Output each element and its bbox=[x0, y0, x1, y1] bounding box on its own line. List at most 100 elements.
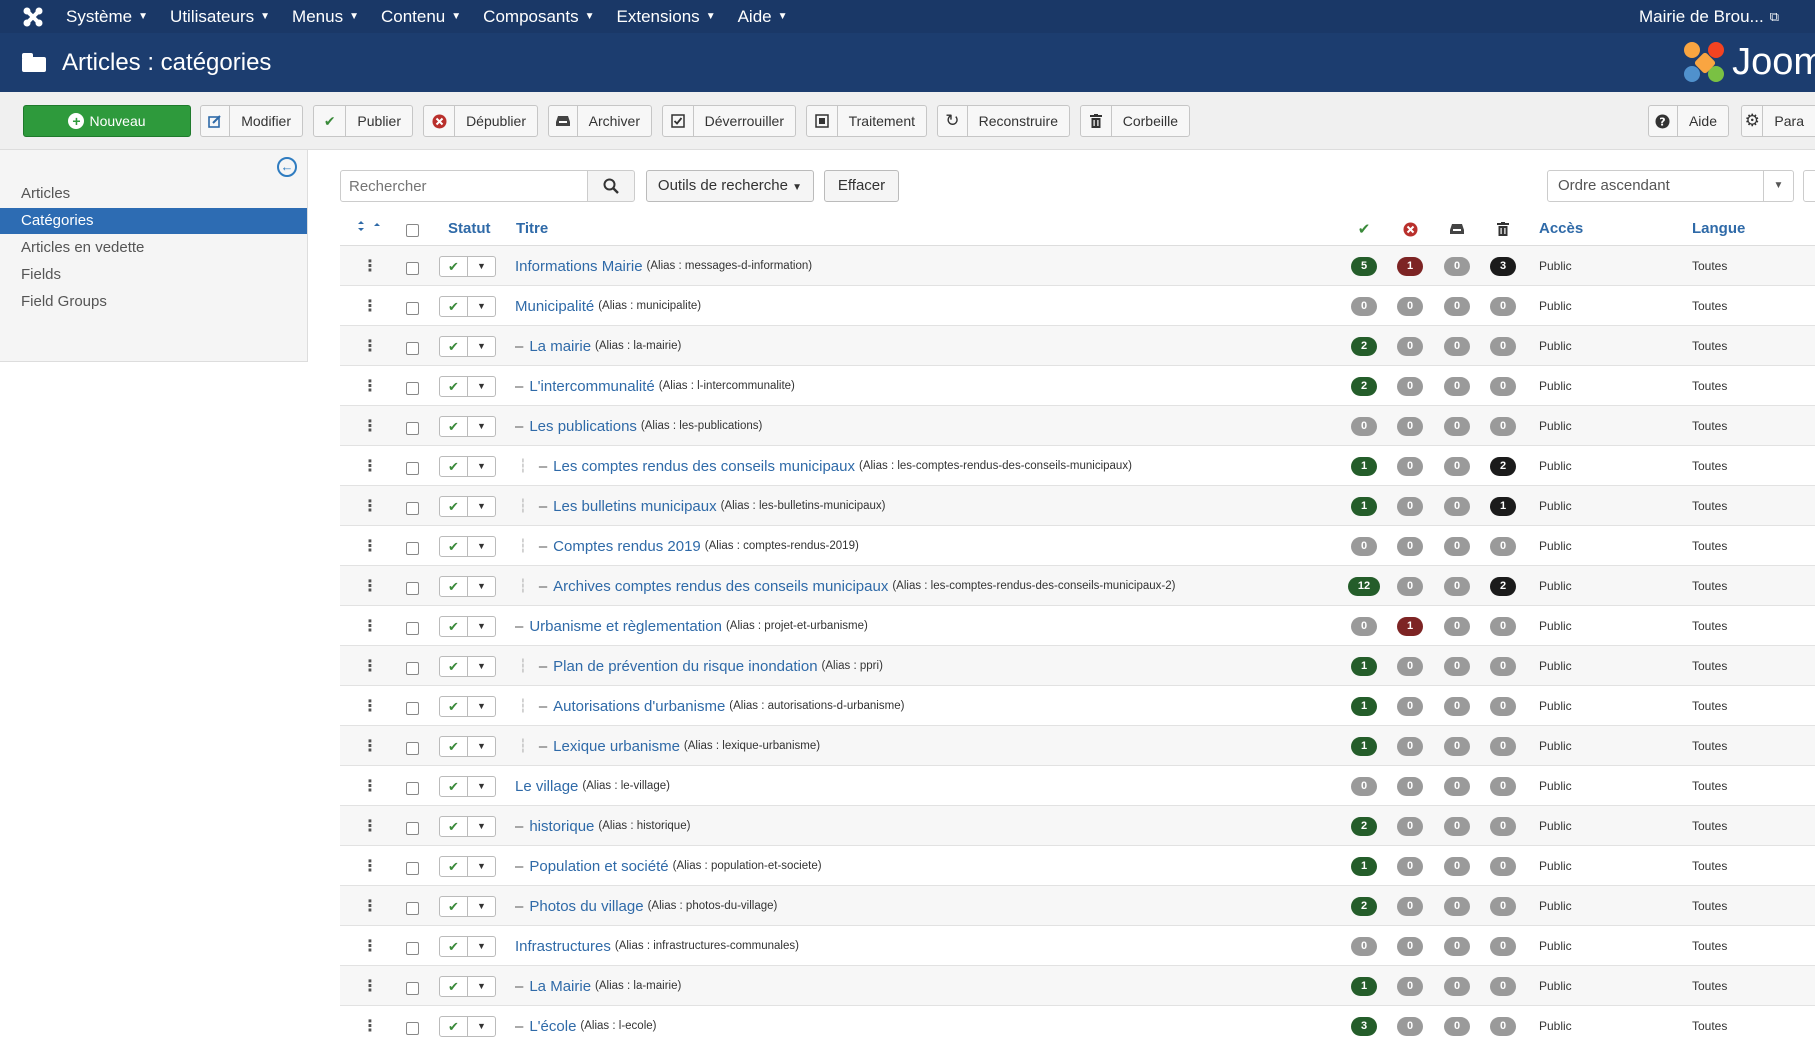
status-toggle[interactable]: ✔ ▼ bbox=[439, 886, 496, 926]
category-link[interactable]: Photos du village bbox=[529, 898, 643, 915]
trashed-count-badge[interactable]: 0 bbox=[1490, 377, 1516, 396]
archived-count-badge[interactable]: 0 bbox=[1444, 817, 1470, 836]
caret-down-icon[interactable]: ▼ bbox=[468, 577, 495, 596]
published-check-icon[interactable]: ✔ bbox=[440, 1016, 468, 1036]
published-check-icon[interactable]: ✔ bbox=[440, 776, 468, 796]
trashed-count-badge[interactable]: 3 bbox=[1490, 257, 1516, 276]
menu-3[interactable]: Contenu ▼ bbox=[381, 7, 461, 27]
published-count-badge[interactable]: 0 bbox=[1351, 777, 1377, 796]
unpublished-count-badge[interactable]: 1 bbox=[1397, 257, 1423, 276]
caret-down-icon[interactable]: ▼ bbox=[468, 417, 495, 436]
published-column-check-icon[interactable]: ✔ bbox=[1351, 212, 1377, 246]
row-checkbox[interactable] bbox=[406, 846, 419, 886]
trashed-count-badge[interactable]: 0 bbox=[1490, 337, 1516, 356]
category-link[interactable]: La Mairie bbox=[529, 978, 591, 995]
unpublished-count-badge[interactable]: 0 bbox=[1397, 897, 1423, 916]
caret-down-icon[interactable]: ▼ bbox=[468, 297, 495, 316]
status-toggle[interactable]: ✔ ▼ bbox=[439, 566, 496, 606]
menu-0[interactable]: Système ▼ bbox=[66, 7, 148, 27]
column-header-title[interactable]: Titre bbox=[516, 212, 548, 246]
trash-button[interactable]: Corbeille bbox=[1080, 105, 1190, 137]
row-checkbox[interactable] bbox=[406, 686, 419, 726]
row-checkbox[interactable] bbox=[406, 486, 419, 526]
published-check-icon[interactable]: ✔ bbox=[440, 296, 468, 316]
caret-down-icon[interactable]: ▼ bbox=[468, 337, 495, 356]
status-toggle[interactable]: ✔ ▼ bbox=[439, 846, 496, 886]
sidebar-item-field-groups[interactable]: Field Groups bbox=[0, 289, 307, 315]
row-checkbox[interactable] bbox=[406, 1006, 419, 1044]
archived-column-icon[interactable] bbox=[1444, 212, 1470, 246]
row-checkbox[interactable] bbox=[406, 726, 419, 766]
category-link[interactable]: Le village bbox=[515, 778, 578, 795]
unpublished-count-badge[interactable]: 1 bbox=[1397, 617, 1423, 636]
status-toggle[interactable]: ✔ ▼ bbox=[439, 926, 496, 966]
published-count-badge[interactable]: 1 bbox=[1351, 737, 1377, 756]
trashed-count-badge[interactable]: 0 bbox=[1490, 297, 1516, 316]
joomla-logo-icon[interactable] bbox=[0, 0, 66, 33]
menu-2[interactable]: Menus ▼ bbox=[292, 7, 359, 27]
status-toggle[interactable]: ✔ ▼ bbox=[439, 366, 496, 406]
category-link[interactable]: Les bulletins municipaux bbox=[553, 498, 716, 515]
archived-count-badge[interactable]: 0 bbox=[1444, 777, 1470, 796]
help-button[interactable]: ? Aide bbox=[1648, 105, 1729, 137]
status-toggle[interactable]: ✔ ▼ bbox=[439, 766, 496, 806]
status-toggle[interactable]: ✔ ▼ bbox=[439, 286, 496, 326]
status-toggle[interactable]: ✔ ▼ bbox=[439, 446, 496, 486]
trashed-count-badge[interactable]: 0 bbox=[1490, 937, 1516, 956]
published-check-icon[interactable]: ✔ bbox=[440, 656, 468, 676]
category-link[interactable]: Lexique urbanisme bbox=[553, 738, 680, 755]
status-toggle[interactable]: ✔ ▼ bbox=[439, 246, 496, 286]
published-count-badge[interactable]: 1 bbox=[1351, 697, 1377, 716]
trashed-count-badge[interactable]: 0 bbox=[1490, 977, 1516, 996]
row-checkbox[interactable] bbox=[406, 966, 419, 1006]
published-check-icon[interactable]: ✔ bbox=[440, 696, 468, 716]
drag-handle-icon[interactable]: ⋮ bbox=[362, 966, 378, 1006]
published-check-icon[interactable]: ✔ bbox=[440, 976, 468, 996]
trashed-count-badge[interactable]: 0 bbox=[1490, 737, 1516, 756]
archived-count-badge[interactable]: 0 bbox=[1444, 697, 1470, 716]
caret-down-icon[interactable]: ▼ bbox=[468, 737, 495, 756]
rebuild-button[interactable]: ↻ Reconstruire bbox=[937, 105, 1070, 137]
drag-handle-icon[interactable]: ⋮ bbox=[362, 886, 378, 926]
edit-button[interactable]: Modifier bbox=[200, 105, 303, 137]
trashed-count-badge[interactable]: 0 bbox=[1490, 817, 1516, 836]
menu-6[interactable]: Aide ▼ bbox=[738, 7, 788, 27]
unpublished-count-badge[interactable]: 0 bbox=[1397, 297, 1423, 316]
category-link[interactable]: L'école bbox=[529, 1018, 576, 1035]
unpublished-count-badge[interactable]: 0 bbox=[1397, 777, 1423, 796]
published-check-icon[interactable]: ✔ bbox=[440, 416, 468, 436]
unpublished-count-badge[interactable]: 0 bbox=[1397, 337, 1423, 356]
trashed-count-badge[interactable]: 0 bbox=[1490, 417, 1516, 436]
archived-count-badge[interactable]: 0 bbox=[1444, 537, 1470, 556]
row-checkbox[interactable] bbox=[406, 926, 419, 966]
unpublished-count-badge[interactable]: 0 bbox=[1397, 657, 1423, 676]
column-header-access[interactable]: Accès bbox=[1539, 212, 1583, 246]
published-count-badge[interactable]: 0 bbox=[1351, 417, 1377, 436]
published-count-badge[interactable]: 1 bbox=[1351, 497, 1377, 516]
row-checkbox[interactable] bbox=[406, 646, 419, 686]
caret-down-icon[interactable]: ▼ bbox=[468, 777, 495, 796]
menu-1[interactable]: Utilisateurs ▼ bbox=[170, 7, 270, 27]
drag-handle-icon[interactable]: ⋮ bbox=[362, 686, 378, 726]
search-button[interactable] bbox=[587, 170, 635, 202]
trashed-count-badge[interactable]: 2 bbox=[1490, 577, 1516, 596]
category-link[interactable]: Archives comptes rendus des conseils mun… bbox=[553, 578, 888, 595]
drag-handle-icon[interactable]: ⋮ bbox=[362, 846, 378, 886]
caret-down-icon[interactable]: ▼ bbox=[468, 817, 495, 836]
unpublish-button[interactable]: Dépublier bbox=[423, 105, 538, 137]
category-link[interactable]: Municipalité bbox=[515, 298, 594, 315]
row-checkbox[interactable] bbox=[406, 406, 419, 446]
caret-down-icon[interactable]: ▼ bbox=[468, 1017, 495, 1036]
publish-button[interactable]: ✔ Publier bbox=[313, 105, 413, 137]
ordering-sort-icon[interactable] bbox=[353, 212, 385, 246]
row-checkbox[interactable] bbox=[406, 446, 419, 486]
status-toggle[interactable]: ✔ ▼ bbox=[439, 406, 496, 446]
category-link[interactable]: Informations Mairie bbox=[515, 258, 643, 275]
trashed-count-badge[interactable]: 1 bbox=[1490, 497, 1516, 516]
drag-handle-icon[interactable]: ⋮ bbox=[362, 406, 378, 446]
status-toggle[interactable]: ✔ ▼ bbox=[439, 726, 496, 766]
search-tools-button[interactable]: Outils de recherche ▼ bbox=[646, 170, 814, 202]
select-all-checkbox[interactable] bbox=[406, 212, 419, 246]
drag-handle-icon[interactable]: ⋮ bbox=[362, 366, 378, 406]
column-header-language[interactable]: Langue bbox=[1692, 212, 1745, 246]
